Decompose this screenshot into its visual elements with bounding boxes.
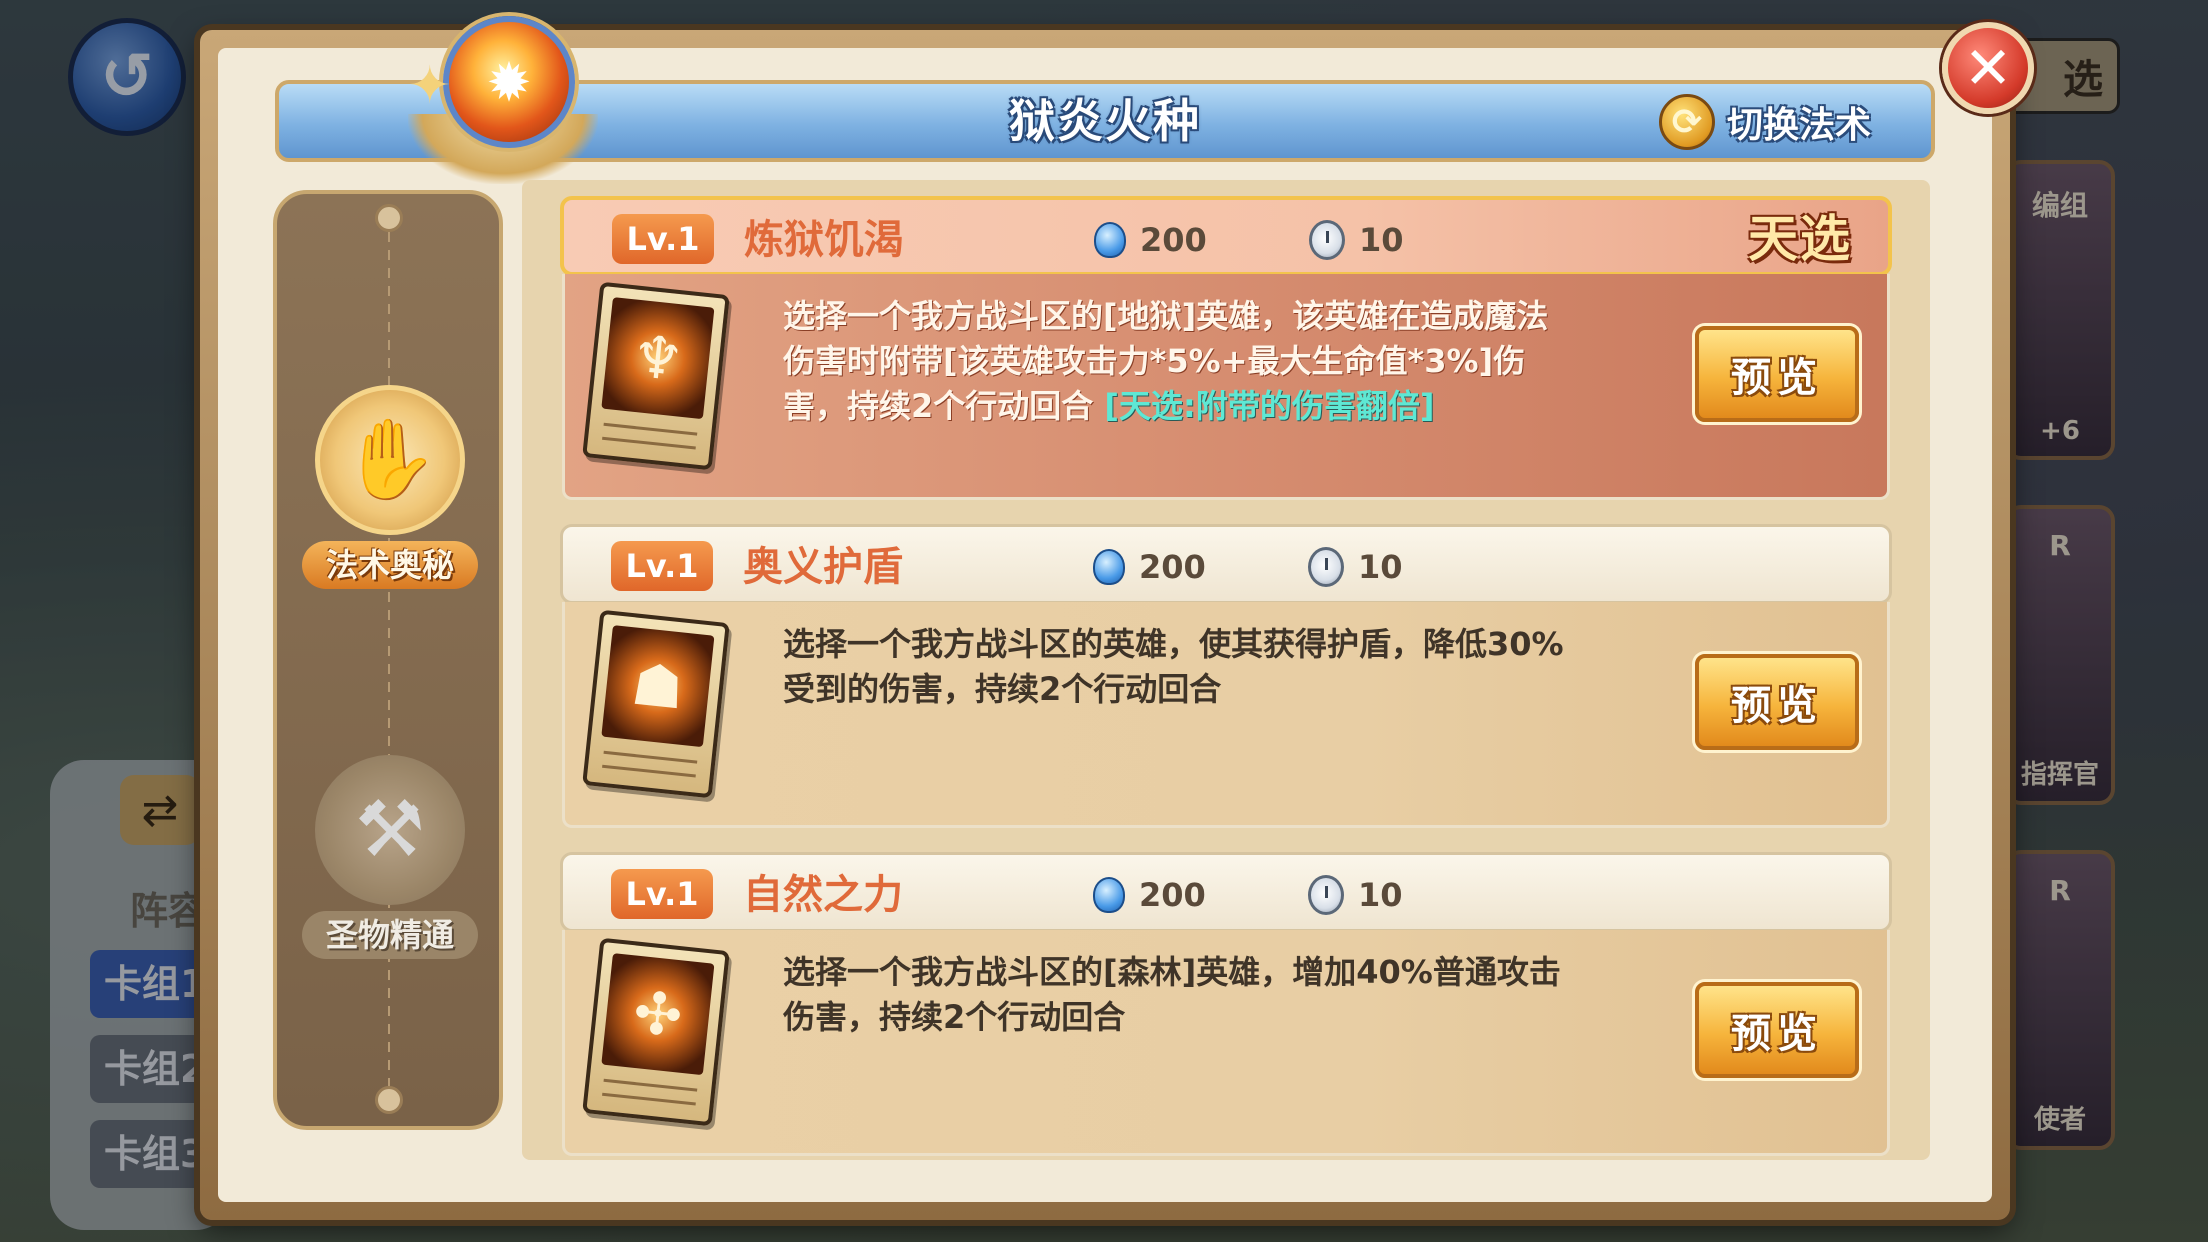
tab-label: 法术奥秘 bbox=[302, 541, 478, 589]
cost-value: 200 bbox=[1139, 548, 1206, 586]
spell-cooldown: 10 bbox=[1309, 210, 1404, 270]
spell-description: 选择一个我方战斗区的[地狱]英雄，该英雄在造成魔法伤害时附带[该英雄攻击力*5%… bbox=[783, 294, 1573, 429]
switch-spell-button[interactable]: ⟳ 切换法术 bbox=[1658, 94, 1871, 150]
rail-knob bbox=[375, 204, 403, 232]
cooldown-value: 10 bbox=[1358, 876, 1403, 914]
card-scribble bbox=[602, 1092, 696, 1106]
stopwatch-icon bbox=[1308, 875, 1344, 915]
gem-icon bbox=[1093, 877, 1125, 913]
spell-item: Lv.1 炼狱饥渴 200 10 天选 ♆ 选择一个我方战斗区的[地狱]英雄，该… bbox=[560, 196, 1892, 512]
spell-item: Lv.1 奥义护盾 200 10 ☗ 选择一个我方战斗区的英雄，使其获得护盾，降… bbox=[560, 524, 1892, 840]
star-icon: ✦ bbox=[408, 56, 452, 116]
spell-name: 炼狱饥渴 bbox=[744, 217, 904, 263]
spell-body: ♆ 选择一个我方战斗区的[地狱]英雄，该英雄在造成魔法伤害时附带[该英雄攻击力*… bbox=[562, 274, 1890, 500]
switch-spell-label: 切换法术 bbox=[1726, 105, 1871, 146]
side-tab-rail bbox=[273, 190, 503, 1130]
tab-spell-mystery[interactable]: ✋ 法术奥秘 bbox=[295, 385, 485, 589]
cooldown-value: 10 bbox=[1359, 221, 1404, 259]
level-badge: Lv.1 bbox=[611, 541, 713, 591]
level-badge: Lv.1 bbox=[611, 869, 713, 919]
cost-value: 200 bbox=[1139, 876, 1206, 914]
spell-header: Lv.1 自然之力 200 10 bbox=[560, 852, 1892, 932]
spell-name: 奥义护盾 bbox=[743, 544, 903, 590]
trident-icon: ♆ bbox=[601, 297, 715, 420]
spell-cost: 200 bbox=[1093, 865, 1206, 925]
gem-icon bbox=[1094, 222, 1126, 258]
fire-orb-icon: ✹ bbox=[443, 16, 575, 148]
preview-button[interactable]: 预览 bbox=[1695, 982, 1859, 1078]
tab-label: 圣物精通 bbox=[302, 911, 478, 959]
spell-header: Lv.1 奥义护盾 200 10 bbox=[560, 524, 1892, 604]
spell-cost: 200 bbox=[1094, 210, 1207, 270]
spell-card-image: ✣ bbox=[582, 937, 730, 1127]
hooded-figure-icon: ☗ bbox=[601, 625, 715, 748]
spell-cooldown: 10 bbox=[1308, 865, 1403, 925]
triquetra-icon: ✣ bbox=[601, 953, 715, 1076]
preview-button[interactable]: 预览 bbox=[1695, 654, 1859, 750]
spell-card-image: ☗ bbox=[582, 609, 730, 799]
chosen-badge: 天选 bbox=[1748, 210, 1852, 268]
spell-card-image: ♆ bbox=[582, 281, 730, 471]
spell-body: ☗ 选择一个我方战斗区的英雄，使其获得护盾，降低30%受到的伤害，持续2个行动回… bbox=[562, 602, 1890, 828]
gem-icon bbox=[1093, 549, 1125, 585]
card-scribble bbox=[602, 436, 696, 450]
card-scribble bbox=[603, 422, 698, 436]
stopwatch-icon bbox=[1308, 547, 1344, 587]
rail-knob bbox=[375, 1086, 403, 1114]
tab-relic-mastery[interactable]: ⚒ 圣物精通 bbox=[295, 755, 485, 959]
card-scribble bbox=[603, 750, 698, 764]
fire-emblem: ✹ ✦ bbox=[408, 16, 598, 186]
spell-header: Lv.1 炼狱饥渴 200 10 天选 bbox=[560, 196, 1892, 276]
stopwatch-icon bbox=[1309, 220, 1345, 260]
crossed-hammers-icon: ⚒ bbox=[315, 755, 465, 905]
close-button[interactable]: ✕ bbox=[1942, 22, 2034, 114]
rail-line bbox=[388, 214, 390, 1104]
preview-button[interactable]: 预览 bbox=[1695, 326, 1859, 422]
spell-body: ✣ 选择一个我方战斗区的[森林]英雄，增加40%普通攻击伤害，持续2个行动回合 … bbox=[562, 930, 1890, 1156]
refresh-icon: ⟳ bbox=[1658, 94, 1715, 150]
cooldown-value: 10 bbox=[1358, 548, 1403, 586]
card-scribble bbox=[603, 1078, 698, 1092]
chosen-bonus-text: [天选:附带的伤害翻倍] bbox=[1104, 387, 1435, 425]
spell-description: 选择一个我方战斗区的英雄，使其获得护盾，降低30%受到的伤害，持续2个行动回合 bbox=[783, 625, 1564, 708]
spell-cost: 200 bbox=[1093, 537, 1206, 597]
spell-name: 自然之力 bbox=[743, 872, 903, 918]
spell-description: 选择一个我方战斗区的[森林]英雄，增加40%普通攻击伤害，持续2个行动回合 bbox=[783, 953, 1561, 1036]
spell-item: Lv.1 自然之力 200 10 ✣ 选择一个我方战斗区的[森林]英雄，增加40… bbox=[560, 852, 1892, 1168]
card-scribble bbox=[602, 764, 696, 778]
spell-hand-icon: ✋ bbox=[315, 385, 465, 535]
cost-value: 200 bbox=[1140, 221, 1207, 259]
close-icon: ✕ bbox=[1963, 34, 2013, 102]
spell-cooldown: 10 bbox=[1308, 537, 1403, 597]
level-badge: Lv.1 bbox=[612, 214, 714, 264]
